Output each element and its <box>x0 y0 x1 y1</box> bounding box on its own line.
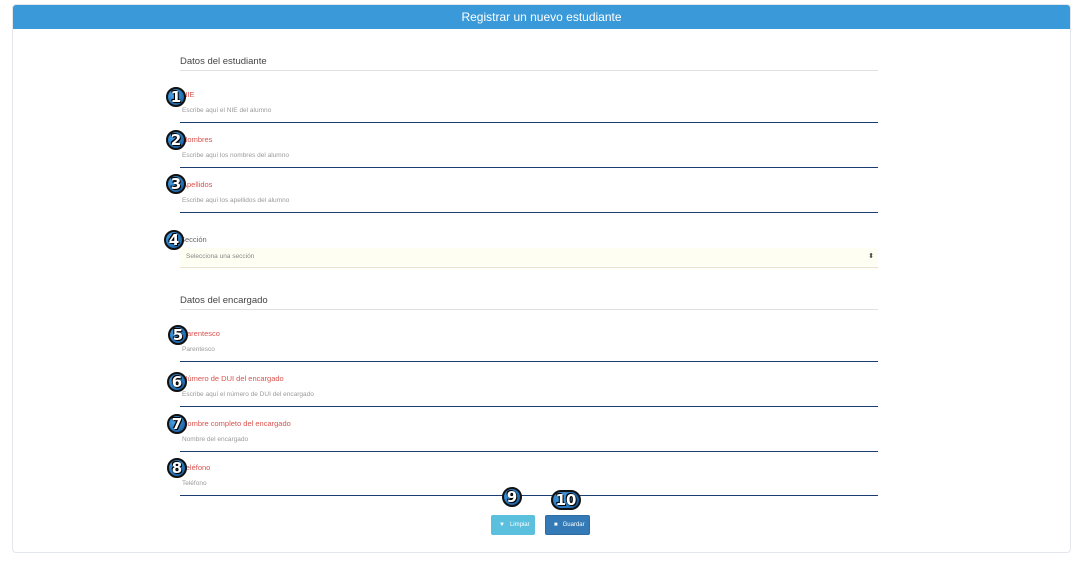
telefono-field[interactable]: Teléfono <box>180 463 878 496</box>
section-title-guardian: Datos del encargado <box>180 295 878 310</box>
nombre-encargado-field[interactable]: Nombre completo del encargado <box>180 419 878 452</box>
clear-button[interactable]: ▼ Limpiar <box>491 515 535 535</box>
annotation-badge-1: 1 <box>166 87 186 107</box>
nombres-label: Nombres <box>182 135 213 144</box>
broom-icon: ▼ <box>499 522 505 528</box>
annotation-badge-10: 10 <box>551 490 581 510</box>
annotation-badge-6: 6 <box>167 372 187 392</box>
seccion-field[interactable]: Sección Selecciona una sección ⬍ <box>180 235 878 268</box>
seccion-select[interactable]: Selecciona una sección ⬍ <box>180 248 878 266</box>
section-title-student: Datos del estudiante <box>180 56 878 71</box>
nombres-input[interactable] <box>180 148 874 162</box>
apellidos-label: Apellidos <box>182 180 213 189</box>
nombre-encargado-label: Nombre completo del encargado <box>182 419 291 428</box>
apellidos-field[interactable]: Apellidos <box>180 180 878 213</box>
annotation-badge-3: 3 <box>166 174 186 194</box>
save-button[interactable]: ■ Guardar <box>545 515 590 535</box>
clear-button-label: Limpiar <box>509 522 530 528</box>
dui-label: Número de DUI del encargado <box>182 374 284 383</box>
floppy-disk-icon: ■ <box>554 522 558 528</box>
annotation-badge-7: 7 <box>167 414 187 434</box>
select-updown-arrow-icon: ⬍ <box>868 253 874 260</box>
annotation-badge-5: 5 <box>168 325 188 345</box>
save-button-label: Guardar <box>562 522 585 528</box>
dui-input[interactable] <box>180 387 874 401</box>
nombre-encargado-input[interactable] <box>180 432 874 446</box>
annotation-badge-9: 9 <box>502 487 522 507</box>
nie-input[interactable] <box>180 103 874 117</box>
parentesco-input[interactable] <box>180 342 874 356</box>
nie-field[interactable]: NIE <box>180 90 878 123</box>
apellidos-input[interactable] <box>180 193 874 207</box>
annotation-badge-8: 8 <box>167 458 187 478</box>
parentesco-field[interactable]: Parentesco <box>180 329 878 362</box>
telefono-input[interactable] <box>180 476 874 490</box>
seccion-label: Sección <box>180 235 207 244</box>
annotation-badge-2: 2 <box>166 130 186 150</box>
annotation-badge-4: 4 <box>164 230 184 250</box>
card-header-title: Registrar un nuevo estudiante <box>13 5 1070 29</box>
nombres-field[interactable]: Nombres <box>180 135 878 168</box>
dui-field[interactable]: Número de DUI del encargado <box>180 374 878 407</box>
seccion-selected-value: Selecciona una sección <box>186 253 255 260</box>
